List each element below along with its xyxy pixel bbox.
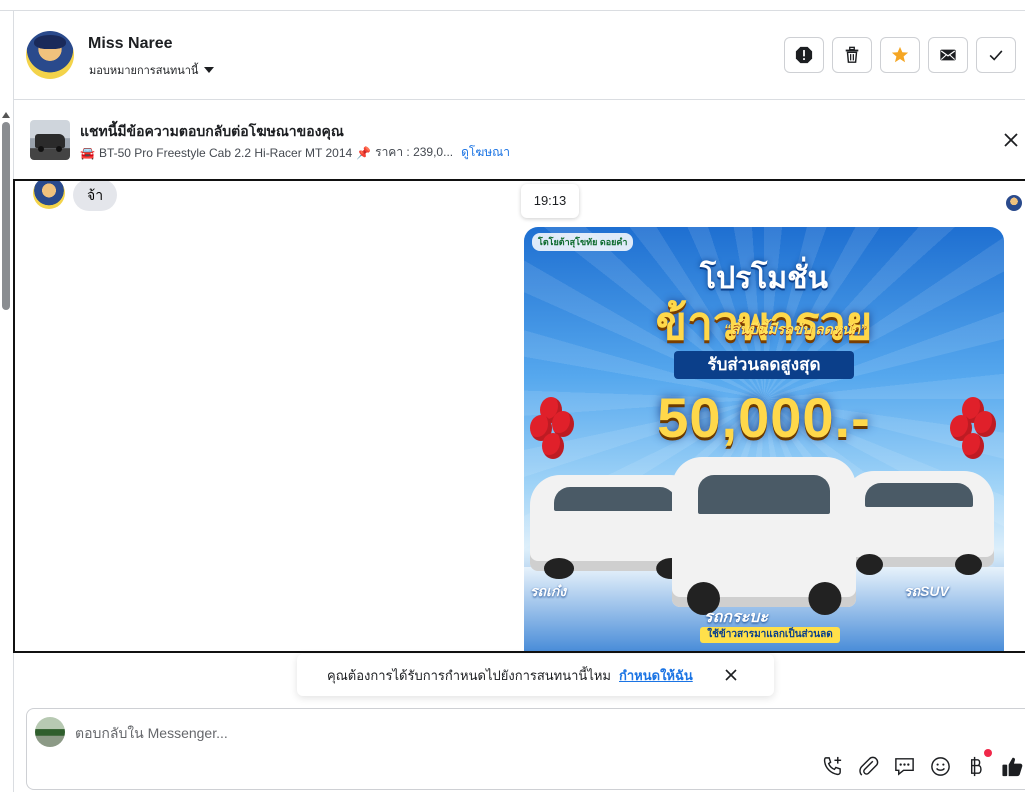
caret-down-icon	[204, 67, 215, 73]
ad-thumbnail[interactable]	[30, 120, 70, 160]
star-button[interactable]	[880, 37, 920, 73]
incoming-message-bubble[interactable]: จ้า	[73, 181, 118, 211]
thumbs-up-icon	[1002, 757, 1023, 777]
contact-name[interactable]: Miss Naree	[88, 35, 173, 53]
view-ad-link[interactable]: ดูโฆษณา	[461, 143, 510, 162]
call-button[interactable]	[821, 755, 844, 778]
suv-car-graphic	[844, 471, 994, 575]
assign-to-me-link[interactable]: กำหนดให้ฉัน	[619, 665, 693, 686]
reply-composer: ตอบกลับใน Messenger...	[26, 708, 1025, 790]
notification-dot	[984, 749, 992, 757]
promo-discount-ribbon: รับส่วนลดสูงสุด	[674, 351, 854, 379]
message-thread: จ้า 19:13 โตโยต้าสุโขทัย ดอยคำ โปรโมชั่น…	[13, 179, 1025, 653]
chat-bubble-icon	[895, 758, 914, 776]
promo-label-sedan: รถเก๋ง	[530, 583, 567, 599]
sender-avatar	[33, 181, 65, 209]
promo-label-suv: รถSUV	[904, 583, 949, 599]
page-avatar	[35, 717, 65, 747]
ad-listing-name: BT-50 Pro Freestyle Cab 2.2 Hi-Racer MT …	[98, 145, 353, 160]
paperclip-icon	[859, 756, 879, 776]
balloons-right-graphic	[948, 397, 996, 477]
ad-listing-line: 🚘 BT-50 Pro Freestyle Cab 2.2 Hi-Racer M…	[80, 143, 510, 162]
scroll-up-arrow-icon[interactable]	[2, 112, 10, 118]
promo-discount-amount: 50,000.-	[657, 386, 871, 449]
like-button[interactable]	[1001, 755, 1024, 778]
promo-tagline: “สิ้นปีนี้มีรถขับ ลดหนัก”	[724, 321, 868, 337]
pickup-truck-graphic	[672, 457, 856, 615]
message-timestamp: 19:13	[521, 184, 579, 218]
contact-avatar[interactable]	[26, 31, 74, 79]
promo-note: ใช้ข้าวสารมาแลกเป็นส่วนลด	[700, 627, 840, 643]
promo-brand-logo: โตโยต้าสุโขทัย ดอยคำ	[532, 233, 634, 251]
ad-reply-banner: แชทนี้มีข้อความตอบกลับต่อโฆษณาของคุณ 🚘 B…	[14, 100, 1025, 179]
mark-done-button[interactable]	[976, 37, 1016, 73]
mark-unread-button[interactable]	[928, 37, 968, 73]
saved-replies-button[interactable]	[893, 755, 916, 778]
composer-toolbar	[821, 749, 1024, 778]
phone-plus-icon	[823, 756, 842, 776]
seen-indicator-avatar	[1006, 195, 1022, 211]
smiley-icon	[931, 757, 950, 776]
ad-banner-title: แชทนี้มีข้อความตอบกลับต่อโฆษณาของคุณ	[80, 123, 344, 139]
balloons-left-graphic	[530, 397, 578, 477]
baht-icon	[970, 756, 982, 777]
assign-prompt-text: คุณต้องการได้รับการกำหนดไปยังการสนทนานี้…	[327, 667, 611, 683]
trash-icon	[845, 46, 859, 63]
promo-image-message[interactable]: โตโยต้าสุโขทัย ดอยคำ โปรโมชั่น ข้าวพารวย…	[524, 227, 1004, 651]
conversation-actions	[784, 37, 1016, 73]
assign-label: มอบหมายการสนทนานี้	[89, 65, 199, 77]
car-emoji-icon: 🚘	[80, 145, 95, 160]
pin-emoji-icon: 📌	[356, 145, 372, 160]
close-icon[interactable]	[723, 667, 739, 683]
assign-conversation-prompt: คุณต้องการได้รับการกำหนดไปยังการสนทนานี้…	[297, 654, 774, 696]
report-button[interactable]	[784, 37, 824, 73]
attach-button[interactable]	[857, 755, 880, 778]
top-divider	[0, 0, 1025, 11]
scrollbar-thumb[interactable]	[2, 122, 10, 310]
star-icon	[891, 46, 909, 63]
reply-input[interactable]: ตอบกลับใน Messenger...	[75, 723, 228, 745]
payment-button[interactable]	[965, 749, 992, 778]
delete-button[interactable]	[832, 37, 872, 73]
close-icon[interactable]	[1002, 131, 1020, 149]
emoji-button[interactable]	[929, 755, 952, 778]
exclamation-octagon-icon	[795, 46, 813, 64]
assign-dropdown[interactable]: มอบหมายการสนทนานี้	[89, 61, 215, 79]
envelope-icon	[940, 49, 956, 61]
ad-price: ราคา : 239,0...	[375, 145, 454, 159]
checkmark-icon	[989, 50, 1003, 61]
inbox-conversation-page: Miss Naree มอบหมายการสนทนานี้ แชทนี้มีข้…	[0, 0, 1025, 792]
conversation-header: Miss Naree มอบหมายการสนทนานี้	[14, 11, 1025, 100]
